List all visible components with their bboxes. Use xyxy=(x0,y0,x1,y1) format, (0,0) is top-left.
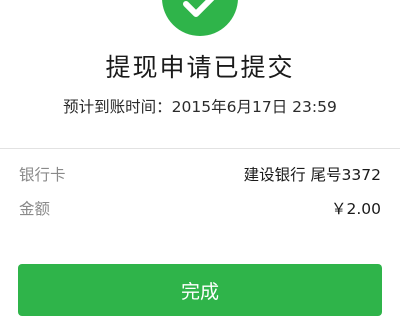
bank-card-value: 建设银行 尾号3372 xyxy=(243,166,381,184)
amount-row: 金额 ￥2.00 xyxy=(0,192,400,220)
page-title: 提现申请已提交 xyxy=(105,53,295,82)
done-button[interactable]: 完成 xyxy=(18,264,382,316)
check-circle-icon xyxy=(162,0,238,36)
bank-card-row: 银行卡 建设银行 尾号3372 xyxy=(0,158,400,186)
withdrawal-details: 银行卡 建设银行 尾号3372 金额 ￥2.00 xyxy=(0,149,400,237)
amount-label: 金额 xyxy=(19,200,51,218)
amount-value: ￥2.00 xyxy=(330,200,381,218)
status-section: 提现申请已提交 预计到账时间：2015年6月17日 23:59 xyxy=(0,0,400,140)
arrival-time-text: 预计到账时间：2015年6月17日 23:59 xyxy=(63,98,337,116)
bank-card-label: 银行卡 xyxy=(19,166,66,184)
